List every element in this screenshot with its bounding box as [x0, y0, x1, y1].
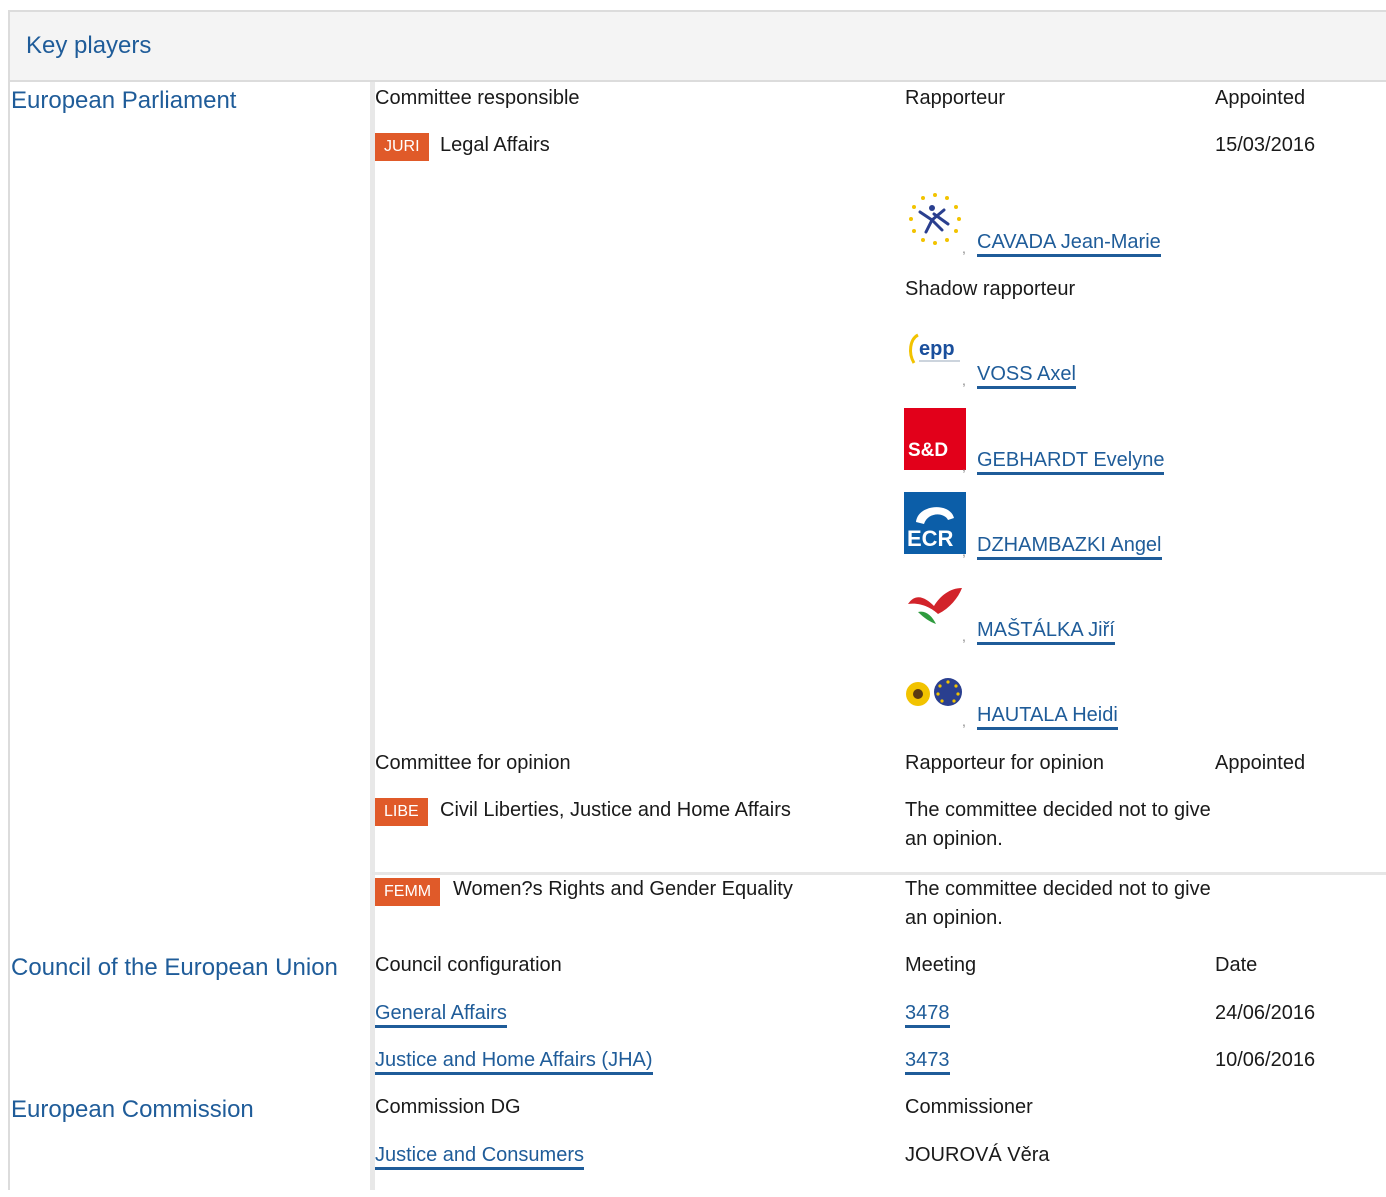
appointed-header: Appointed: [1215, 87, 1306, 109]
shadow-rapporteur-link-gebhardt[interactable]: GEBHARDT Evelyne: [977, 446, 1165, 475]
institution-commission: European Commission: [11, 1096, 254, 1123]
commissioner-name: JOUROVÁ Věra: [905, 1144, 1050, 1166]
greens-efa-logo-icon: [904, 664, 966, 726]
section-header: Key players: [10, 12, 1386, 82]
council-config-link[interactable]: Justice and Home Affairs (JHA): [375, 1046, 653, 1075]
institution-european-parliament: European Parliament: [11, 87, 237, 114]
shadow-rapporteur-link-hautala[interactable]: HAUTALA Heidi: [977, 701, 1118, 730]
date-header: Date: [1215, 954, 1258, 976]
shadow-rapporteur-link-mastalka[interactable]: MAŠTÁLKA Jiří: [977, 616, 1115, 645]
commission-dg-link[interactable]: Justice and Consumers: [375, 1141, 584, 1170]
appointed-date: 15/03/2016: [1215, 134, 1316, 156]
committee-name-libe: Civil Liberties, Justice and Home Affair…: [440, 799, 791, 821]
commissioner-header: Commissioner: [905, 1096, 1033, 1118]
section-title: Key players: [26, 32, 152, 59]
shadow-rapporteur-label: Shadow rapporteur: [905, 278, 1076, 300]
committee-name-legal-affairs: Legal Affairs: [440, 134, 550, 156]
rapporteur-opinion-header: Rapporteur for opinion: [905, 752, 1105, 774]
meeting-link[interactable]: 3473: [905, 1046, 950, 1075]
committee-badge-femm: FEMM: [375, 878, 441, 906]
council-config-header: Council configuration: [375, 954, 562, 976]
sd-logo-icon: S&D: [904, 408, 966, 470]
institution-council: Council of the European Union: [11, 954, 338, 981]
commission-dg-header: Commission DG: [375, 1096, 521, 1118]
shadow-rapporteur-link-voss[interactable]: VOSS Axel: [977, 360, 1076, 389]
appointed-opinion-header: Appointed: [1215, 752, 1306, 774]
meeting-date: 24/06/2016: [1215, 1002, 1316, 1024]
meeting-date: 10/06/2016: [1215, 1049, 1316, 1071]
rapporteur-header: Rapporteur: [905, 87, 1006, 109]
svg-text:S&D: S&D: [908, 440, 948, 461]
committee-name-femm: Women?s Rights and Gender Equality: [453, 878, 793, 900]
committee-badge-libe: LIBE: [375, 798, 428, 826]
opinion-note-femm: The committee decided not to give an opi…: [905, 878, 1211, 929]
meeting-header: Meeting: [905, 954, 977, 976]
committee-badge-juri: JURI: [375, 133, 429, 161]
rapporteur-name-link[interactable]: CAVADA Jean-Marie: [977, 228, 1161, 257]
meeting-link[interactable]: 3478: [905, 999, 950, 1028]
alde-logo-icon: [904, 190, 966, 252]
opinion-note-libe: The committee decided not to give an opi…: [905, 799, 1211, 850]
gue-ngl-logo-icon: [904, 578, 966, 640]
svg-text:ECR: ECR: [907, 526, 954, 551]
shadow-rapporteur-link-dzhambazki[interactable]: DZHAMBAZKI Angel: [977, 531, 1162, 560]
ecr-logo-icon: ECR: [904, 492, 966, 554]
council-config-link[interactable]: General Affairs: [375, 999, 507, 1028]
committee-responsible-header: Committee responsible: [375, 87, 580, 109]
committee-opinion-header: Committee for opinion: [375, 752, 571, 774]
svg-text:epp: epp: [919, 338, 955, 360]
epp-logo-icon: epp: [904, 323, 966, 385]
